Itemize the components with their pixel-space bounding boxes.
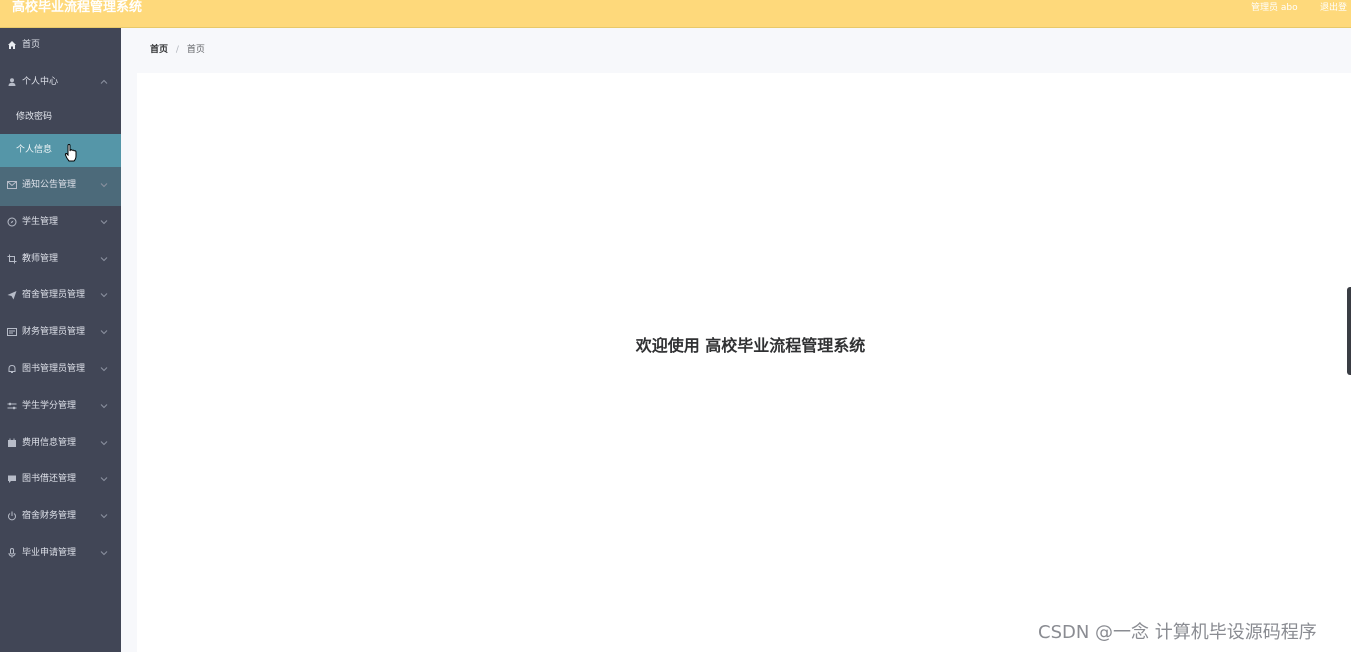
chevron-down-icon <box>98 389 110 423</box>
user-icon <box>6 65 18 99</box>
sidebar-item-label: 学生管理 <box>22 217 59 227</box>
sidebar-item-label: 学生学分管理 <box>22 401 77 411</box>
chevron-down-icon <box>98 242 110 276</box>
sidebar-item-label: 图书管理员管理 <box>22 364 86 374</box>
current-user-label: 管理员 abo <box>1251 3 1298 13</box>
content-gutter <box>121 73 137 652</box>
sidebar-item-book-lending[interactable]: 图书借还管理 <box>0 462 121 496</box>
sidebar-item-notice[interactable]: 通知公告管理 <box>0 168 121 202</box>
sidebar-item-label: 费用信息管理 <box>22 438 77 448</box>
hand-cursor-icon <box>64 143 78 162</box>
sidebar-item-label: 毕业申请管理 <box>22 548 77 558</box>
sidebar-item-label: 个人中心 <box>22 77 59 87</box>
sidebar-item-label: 宿舍管理员管理 <box>22 290 86 300</box>
breadcrumb: 首页 / 首页 <box>150 44 205 56</box>
sidebar-subitem-personal-info[interactable]: 个人信息 <box>0 134 121 167</box>
chevron-down-icon <box>98 205 110 239</box>
sidebar-item-label: 教师管理 <box>22 254 59 264</box>
chevron-down-icon <box>98 168 110 202</box>
sidebar-item-personal-center[interactable]: 个人中心 <box>0 65 121 99</box>
chevron-down-icon <box>98 278 110 312</box>
sidebar-item-finance-admins[interactable]: 财务管理员管理 <box>0 315 121 349</box>
home-icon <box>6 28 18 62</box>
sidebar-item-label: 首页 <box>22 40 41 50</box>
microphone-icon <box>6 536 18 570</box>
sidebar-item-fees[interactable]: 费用信息管理 <box>0 426 121 460</box>
chevron-down-icon <box>98 499 110 533</box>
breadcrumb-item-home[interactable]: 首页 <box>150 45 168 55</box>
mail-icon <box>6 168 18 202</box>
sidebar-subitem-label: 修改密码 <box>16 112 53 122</box>
chevron-down-icon <box>98 462 110 496</box>
sidebar-item-label: 财务管理员管理 <box>22 327 86 337</box>
sidebar-subitem-label: 个人信息 <box>16 145 53 155</box>
sidebar-item-dorm-admins[interactable]: 宿舍管理员管理 <box>0 278 121 312</box>
sidebar-item-dorm-finance[interactable]: 宿舍财务管理 <box>0 499 121 533</box>
chevron-down-icon <box>98 352 110 386</box>
sidebar-item-library-admins[interactable]: 图书管理员管理 <box>0 352 121 386</box>
sidebar-item-label: 通知公告管理 <box>22 180 77 190</box>
watermark: CSDN @一念 计算机毕设源码程序 <box>1038 622 1317 643</box>
crop-icon <box>6 242 18 276</box>
paper-plane-icon <box>6 278 18 312</box>
app-title: 高校毕业流程管理系统 <box>12 0 143 15</box>
power-icon <box>6 499 18 533</box>
sidebar-item-students[interactable]: 学生管理 <box>0 205 121 239</box>
sliders-icon <box>6 389 18 423</box>
chevron-down-icon <box>98 536 110 570</box>
id-card-icon <box>6 315 18 349</box>
logout-link[interactable]: 退出登 <box>1320 2 1347 14</box>
breadcrumb-item-current: 首页 <box>186 45 205 55</box>
chevron-down-icon <box>98 315 110 349</box>
sidebar-item-teachers[interactable]: 教师管理 <box>0 242 121 276</box>
chevron-down-icon <box>98 426 110 460</box>
breadcrumb-separator: / <box>175 45 179 55</box>
sidebar-item-label: 图书借还管理 <box>22 474 77 484</box>
calendar-icon <box>6 426 18 460</box>
sidebar-item-home[interactable]: 首页 <box>0 28 121 62</box>
sidebar-item-graduation-apply[interactable]: 毕业申请管理 <box>0 536 121 570</box>
compass-icon <box>6 205 18 239</box>
bell-icon <box>6 352 18 386</box>
welcome-message: 欢迎使用 高校毕业流程管理系统 <box>635 336 866 355</box>
sidebar-item-credits[interactable]: 学生学分管理 <box>0 389 121 423</box>
top-header: 高校毕业流程管理系统 管理员 abo 退出登 <box>0 0 1351 28</box>
chevron-up-icon <box>98 65 110 99</box>
breadcrumb-bar <box>121 28 1351 73</box>
sidebar-item-label: 宿舍财务管理 <box>22 511 77 521</box>
main-content: 欢迎使用 高校毕业流程管理系统 <box>137 73 1351 652</box>
message-icon <box>6 462 18 496</box>
sidebar-subitem-change-password[interactable]: 修改密码 <box>0 101 121 134</box>
side-drawer-handle[interactable] <box>1347 287 1351 375</box>
